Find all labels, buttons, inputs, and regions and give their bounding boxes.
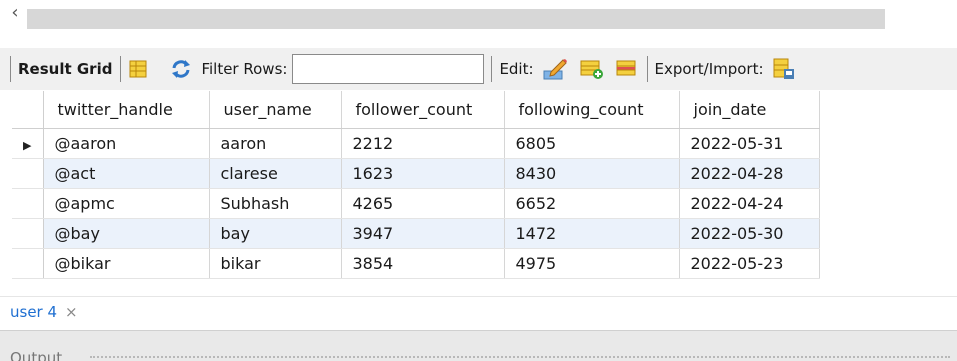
cell-follower-count[interactable]: 4265 — [341, 188, 505, 219]
table-row[interactable]: @apmc Subhash 4265 6652 2022-04-24 — [12, 188, 820, 219]
column-header-twitter-handle[interactable]: twitter_handle — [43, 91, 210, 129]
cell-twitter-handle[interactable]: @bikar — [43, 248, 210, 279]
table-row[interactable]: @act clarese 1623 8430 2022-04-28 — [12, 158, 820, 189]
export-icon[interactable] — [772, 57, 794, 81]
table-row[interactable]: @bikar bikar 3854 4975 2022-05-23 — [12, 248, 820, 279]
current-row-indicator-icon: ▶ — [23, 138, 32, 152]
output-panel-header: Output — [0, 330, 957, 361]
cell-user-name[interactable]: bay — [209, 218, 342, 249]
scroll-track[interactable] — [27, 9, 885, 29]
cell-join-date[interactable]: 2022-05-23 — [679, 248, 820, 279]
table-row[interactable]: @bay bay 3947 1472 2022-05-30 — [12, 218, 820, 249]
cell-follower-count[interactable]: 2212 — [341, 128, 505, 159]
cell-user-name[interactable]: bikar — [209, 248, 342, 279]
cell-following-count[interactable]: 6805 — [504, 128, 680, 159]
cell-twitter-handle[interactable]: @apmc — [43, 188, 210, 219]
row-selector[interactable] — [12, 188, 44, 219]
column-header-following-count[interactable]: following_count — [504, 91, 680, 129]
toolbar-separator — [10, 56, 11, 82]
cell-user-name[interactable]: clarese — [209, 158, 342, 189]
tab-user-4[interactable]: user 4 × — [10, 303, 78, 321]
refresh-icon[interactable] — [170, 59, 192, 79]
cell-join-date[interactable]: 2022-05-30 — [679, 218, 820, 249]
cell-follower-count[interactable]: 1623 — [341, 158, 505, 189]
panel-splitter[interactable] — [90, 356, 950, 358]
cell-following-count[interactable]: 4975 — [504, 248, 680, 279]
cell-user-name[interactable]: Subhash — [209, 188, 342, 219]
cell-following-count[interactable]: 8430 — [504, 158, 680, 189]
table-row[interactable]: ▶ @aaron aaron 2212 6805 2022-05-31 — [12, 128, 820, 159]
toolbar-separator — [120, 56, 122, 82]
column-header-join-date[interactable]: join_date — [679, 91, 820, 129]
cell-twitter-handle[interactable]: @bay — [43, 218, 210, 249]
cell-join-date[interactable]: 2022-04-24 — [679, 188, 820, 219]
export-import-label: Export/Import: — [654, 60, 764, 78]
edit-label: Edit: — [499, 60, 534, 78]
filter-rows-label: Filter Rows: — [201, 60, 288, 78]
cell-follower-count[interactable]: 3947 — [341, 218, 505, 249]
add-row-icon[interactable] — [580, 58, 604, 80]
scroll-left-icon[interactable]: ‹ — [6, 2, 24, 24]
column-header-follower-count[interactable]: follower_count — [341, 91, 505, 129]
close-icon[interactable]: × — [65, 303, 78, 321]
cell-following-count[interactable]: 1472 — [504, 218, 680, 249]
result-grid[interactable]: twitter_handle user_name follower_count … — [12, 91, 820, 279]
tab-label: user 4 — [10, 303, 58, 321]
row-selector[interactable] — [12, 248, 44, 279]
cell-user-name[interactable]: aaron — [209, 128, 342, 159]
form-editor-icon[interactable] — [128, 59, 148, 79]
toolbar-separator — [646, 56, 648, 82]
cell-twitter-handle[interactable]: @aaron — [43, 128, 210, 159]
filter-rows-input[interactable] — [292, 54, 485, 84]
cell-join-date[interactable]: 2022-04-28 — [679, 158, 820, 189]
row-header-corner — [12, 91, 44, 129]
row-selector[interactable] — [12, 218, 44, 249]
toolbar-separator — [491, 56, 493, 82]
horizontal-scrollbar[interactable]: ‹ — [0, 0, 957, 40]
column-header-user-name[interactable]: user_name — [209, 91, 342, 129]
cell-follower-count[interactable]: 3854 — [341, 248, 505, 279]
output-label: Output — [10, 349, 63, 361]
cell-following-count[interactable]: 6652 — [504, 188, 680, 219]
result-toolbar: Result Grid Filter Rows: Edit: Export/Im… — [0, 48, 957, 90]
grid-header-row: twitter_handle user_name follower_count … — [12, 91, 820, 129]
cell-twitter-handle[interactable]: @act — [43, 158, 210, 189]
result-grid-button[interactable]: Result Grid — [18, 60, 112, 78]
pencil-edit-icon[interactable] — [542, 57, 568, 81]
cell-join-date[interactable]: 2022-05-31 — [679, 128, 820, 159]
delete-row-icon[interactable] — [616, 58, 640, 80]
row-selector[interactable] — [12, 158, 44, 189]
row-selector[interactable]: ▶ — [12, 128, 44, 159]
result-tab-bar: user 4 × — [0, 296, 957, 330]
